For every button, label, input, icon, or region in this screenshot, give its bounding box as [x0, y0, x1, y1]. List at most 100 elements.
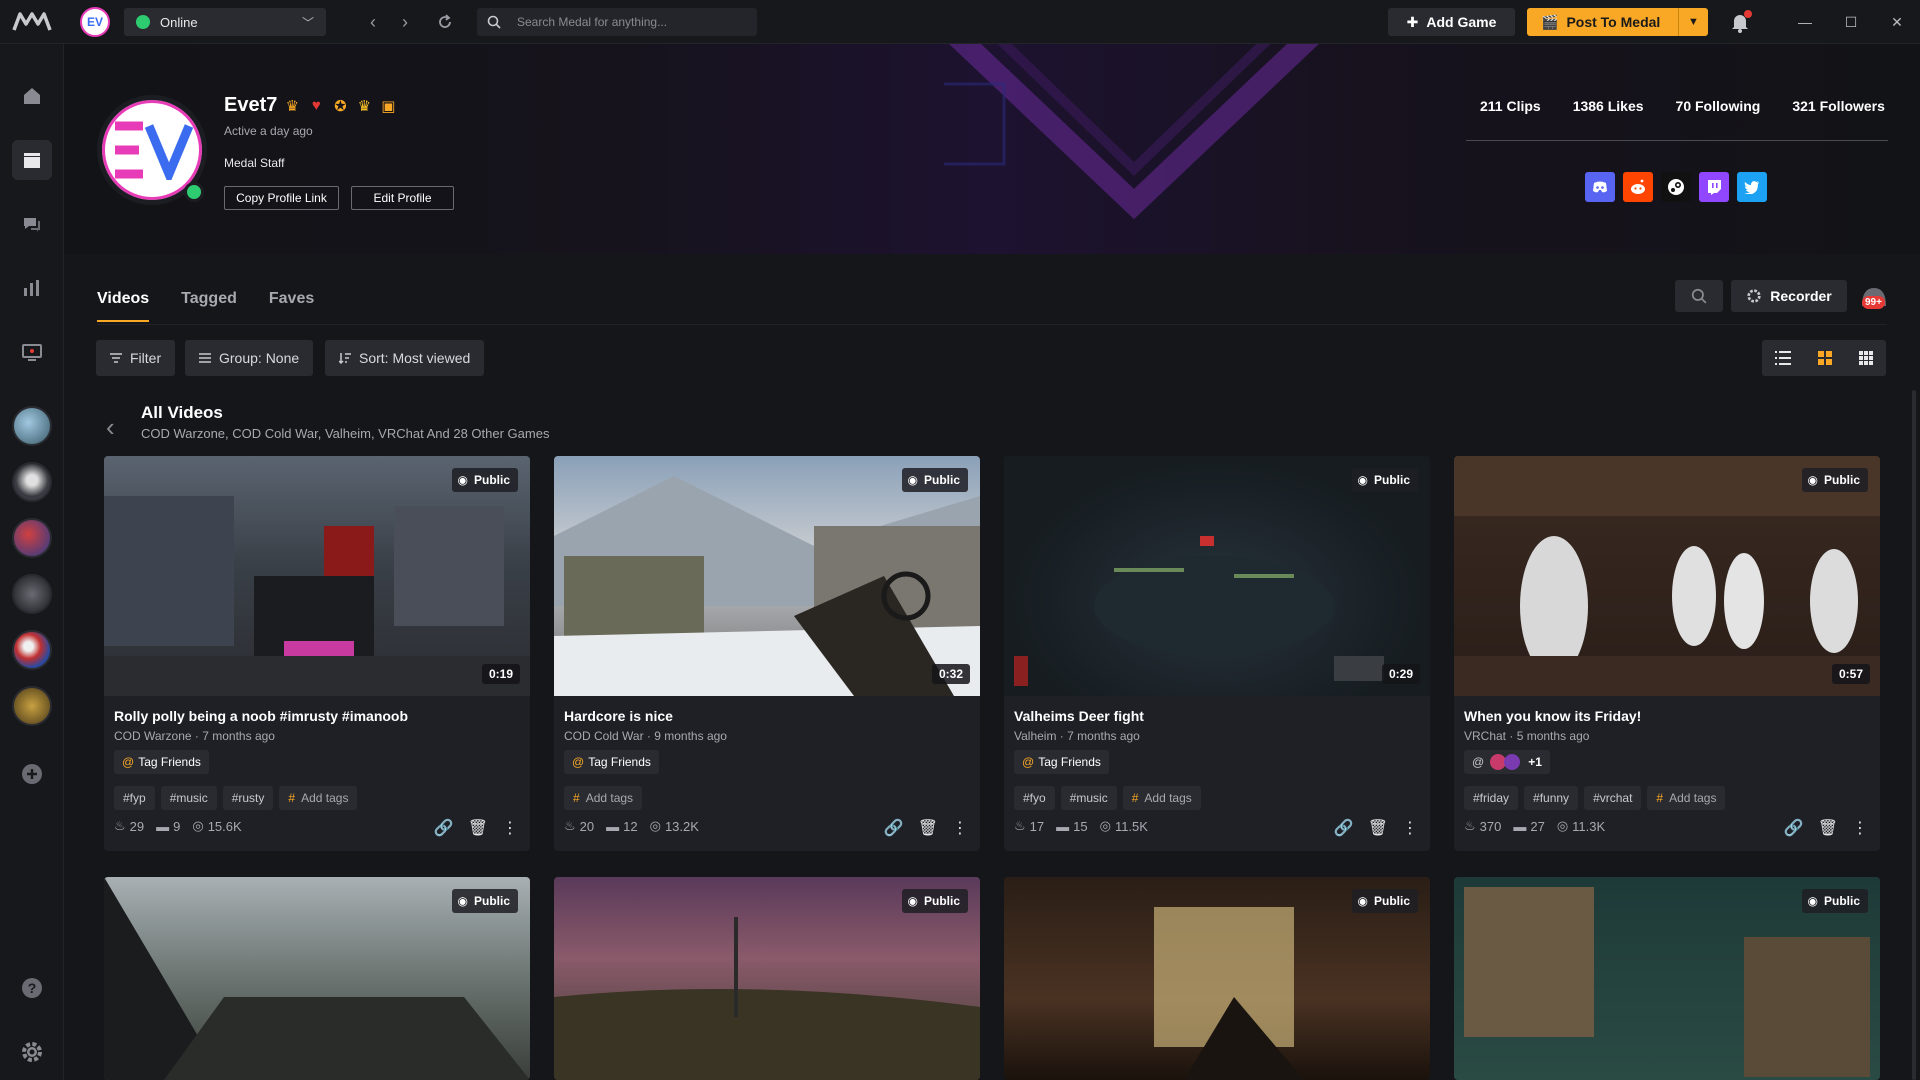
- tag-chip[interactable]: #vrchat: [1584, 786, 1642, 810]
- tab-videos[interactable]: Videos: [97, 290, 150, 322]
- comment-count[interactable]: ▬ 9: [156, 819, 180, 834]
- game-gta-icon[interactable]: [12, 406, 52, 446]
- clip-title[interactable]: When you know its Friday!: [1464, 708, 1641, 724]
- tag-friends-button[interactable]: @ Tag Friends: [564, 750, 659, 774]
- group-button[interactable]: Group: None: [185, 340, 314, 376]
- recorder-button[interactable]: Recorder: [1731, 280, 1847, 312]
- post-to-medal-button[interactable]: 🎬 Post To Medal ▼: [1527, 8, 1708, 36]
- search-input[interactable]: Search Medal for anything...: [477, 8, 757, 36]
- clip-thumbnail[interactable]: ◉ Public: [104, 877, 530, 1080]
- search-clips-button[interactable]: [1675, 280, 1723, 312]
- game-fortnite-icon[interactable]: [12, 686, 52, 726]
- add-tags-button[interactable]: # Add tags: [1647, 786, 1726, 810]
- visibility-badge[interactable]: ◉ Public: [1351, 889, 1418, 913]
- back-button[interactable]: ‹: [361, 10, 385, 34]
- sort-button[interactable]: Sort: Most viewed: [325, 340, 485, 376]
- likes-count[interactable]: 1386 Likes: [1573, 98, 1644, 114]
- game-valorant-icon[interactable]: [12, 462, 52, 502]
- game-overwatch-icon[interactable]: [12, 518, 52, 558]
- visibility-badge[interactable]: ◉ Public: [901, 889, 968, 913]
- visibility-badge[interactable]: ◉ Public: [901, 468, 968, 492]
- visibility-badge[interactable]: ◉ Public: [451, 468, 518, 492]
- following-count[interactable]: 70 Following: [1676, 98, 1761, 114]
- maximize-button[interactable]: ☐: [1839, 10, 1863, 34]
- followers-count[interactable]: 321 Followers: [1792, 98, 1885, 114]
- more-icon[interactable]: ⋮: [1852, 818, 1868, 838]
- twitch-icon[interactable]: [1699, 172, 1729, 202]
- clip-thumbnail[interactable]: ◉ Public: [1454, 877, 1880, 1080]
- clip-title[interactable]: Hardcore is nice: [564, 708, 673, 724]
- clip-card[interactable]: ◉ Public 0:32 Hardcore is nice COD Cold W…: [554, 456, 980, 851]
- add-game-button[interactable]: ✚ Add Game: [1388, 8, 1515, 36]
- clips-nav[interactable]: [12, 140, 52, 180]
- clip-card[interactable]: ◉ Public: [1454, 877, 1880, 1080]
- tag-chip[interactable]: #friday: [1464, 786, 1519, 810]
- refresh-button[interactable]: [433, 10, 457, 34]
- list-view-icon[interactable]: [1775, 351, 1792, 365]
- clip-card[interactable]: ◉ Public: [104, 877, 530, 1080]
- clip-game[interactable]: COD Warzone: [114, 729, 192, 743]
- minimize-button[interactable]: —: [1793, 10, 1817, 34]
- add-tags-button[interactable]: # Add tags: [564, 786, 643, 810]
- trash-icon[interactable]: 🗑: [1368, 818, 1388, 838]
- post-dropdown-caret[interactable]: ▼: [1678, 8, 1708, 36]
- clip-thumbnail[interactable]: ◉ Public 0:57: [1454, 456, 1880, 696]
- visibility-badge[interactable]: ◉ Public: [1351, 468, 1418, 492]
- like-count[interactable]: ♨ 370: [1464, 818, 1501, 834]
- screen-nav[interactable]: [12, 332, 52, 372]
- twitter-icon[interactable]: [1737, 172, 1767, 202]
- add-tags-button[interactable]: # Add tags: [1122, 786, 1201, 810]
- tag-chip[interactable]: #music: [1060, 786, 1117, 810]
- tag-chip[interactable]: #funny: [1524, 786, 1579, 810]
- visibility-badge[interactable]: ◉ Public: [1801, 889, 1868, 913]
- close-button[interactable]: ✕: [1885, 10, 1909, 34]
- reddit-icon[interactable]: [1623, 172, 1653, 202]
- link-icon[interactable]: 🔗: [1334, 818, 1354, 838]
- tagged-friends[interactable]: @ +1: [1464, 750, 1550, 774]
- clip-thumbnail[interactable]: ◉ Public 0:29: [1004, 456, 1430, 696]
- clip-title[interactable]: Rolly polly being a noob #imrusty #imano…: [114, 708, 408, 724]
- trash-icon[interactable]: 🗑: [468, 818, 488, 838]
- back-chevron-icon[interactable]: ‹: [106, 412, 115, 443]
- scrollbar[interactable]: [1912, 390, 1916, 1080]
- tag-chip[interactable]: #fyo: [1014, 786, 1055, 810]
- comment-count[interactable]: ▬ 27: [1513, 819, 1544, 834]
- clip-card[interactable]: ◉ Public 0:29 Valheims Deer fight Valheim…: [1004, 456, 1430, 851]
- grid-view-icon[interactable]: [1817, 351, 1832, 365]
- clip-title[interactable]: Valheims Deer fight: [1014, 708, 1144, 724]
- game-battlefield-icon[interactable]: [12, 574, 52, 614]
- clip-thumbnail[interactable]: ◉ Public: [554, 877, 980, 1080]
- clip-game[interactable]: VRChat: [1464, 729, 1506, 743]
- like-count[interactable]: ♨ 20: [564, 818, 594, 834]
- home-nav[interactable]: [12, 76, 52, 116]
- clip-card[interactable]: ◉ Public: [554, 877, 980, 1080]
- steam-icon[interactable]: [1661, 172, 1691, 202]
- clip-card[interactable]: ◉ Public 0:57 When you know its Friday! V…: [1454, 456, 1880, 851]
- trash-icon[interactable]: 🗑: [918, 818, 938, 838]
- add-game-nav[interactable]: [12, 754, 52, 794]
- tag-chip[interactable]: #fyp: [114, 786, 155, 810]
- clips-count[interactable]: 211 Clips: [1480, 98, 1541, 114]
- trash-icon[interactable]: 🗑: [1818, 818, 1838, 838]
- more-icon[interactable]: ⋮: [502, 818, 518, 838]
- clip-thumbnail[interactable]: ◉ Public 0:32: [554, 456, 980, 696]
- discord-icon[interactable]: [1585, 172, 1615, 202]
- friends-nav[interactable]: [12, 204, 52, 244]
- medal-logo-icon[interactable]: [12, 10, 52, 34]
- edit-profile-button[interactable]: Edit Profile: [351, 186, 454, 210]
- comment-count[interactable]: ▬ 15: [1056, 819, 1087, 834]
- link-icon[interactable]: 🔗: [434, 818, 454, 838]
- visibility-badge[interactable]: ◉ Public: [1801, 468, 1868, 492]
- forward-button[interactable]: ›: [393, 10, 417, 34]
- tag-chip[interactable]: #rusty: [222, 786, 274, 810]
- clip-game[interactable]: COD Cold War: [564, 729, 644, 743]
- clip-thumbnail[interactable]: ◉ Public: [1004, 877, 1430, 1080]
- more-icon[interactable]: ⋮: [952, 818, 968, 838]
- like-count[interactable]: ♨ 29: [114, 818, 144, 834]
- game-apex-icon[interactable]: [12, 630, 52, 670]
- tab-faves[interactable]: Faves: [269, 290, 314, 322]
- compact-grid-icon[interactable]: [1858, 351, 1873, 365]
- tag-friends-button[interactable]: @ Tag Friends: [1014, 750, 1109, 774]
- add-tags-button[interactable]: # Add tags: [279, 786, 358, 810]
- help-nav[interactable]: ?: [12, 968, 52, 1008]
